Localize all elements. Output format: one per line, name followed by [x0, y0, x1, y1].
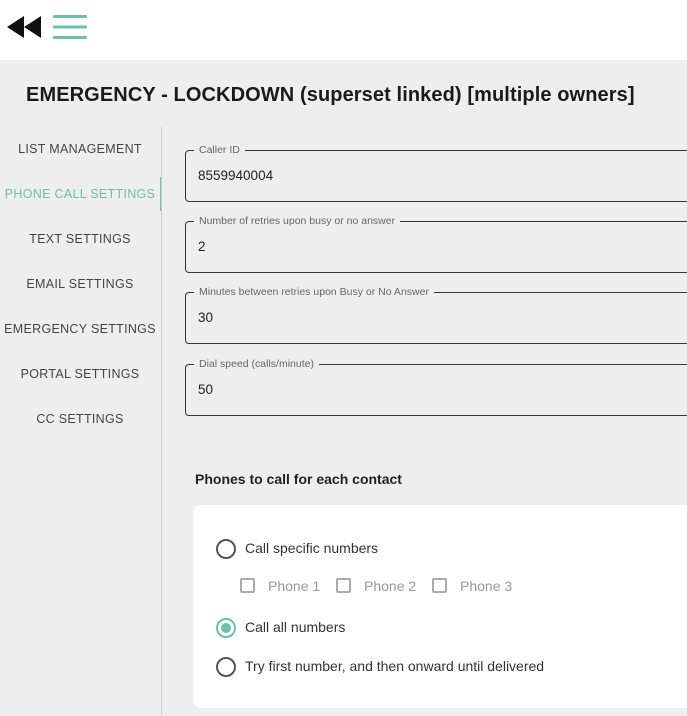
- rewind-icon[interactable]: [6, 14, 42, 40]
- try-first-number-label: Try first number, and then onward until …: [245, 658, 545, 674]
- phone-1-label: Phone 1: [268, 578, 321, 594]
- call-all-numbers-radio[interactable]: [216, 618, 236, 638]
- settings-sidebar: LIST MANAGEMENT PHONE CALL SETTINGS TEXT…: [0, 127, 162, 716]
- call-all-numbers-label: Call all numbers: [245, 619, 346, 635]
- call-specific-numbers-label: Call specific numbers: [245, 540, 379, 556]
- sidebar-item-text-settings[interactable]: TEXT SETTINGS: [0, 222, 160, 256]
- sidebar-item-emergency-settings[interactable]: EMERGENCY SETTINGS: [0, 312, 160, 346]
- top-bar: [0, 0, 687, 60]
- phone-3-checkbox[interactable]: [432, 578, 447, 593]
- phone-3-label: Phone 3: [460, 578, 513, 594]
- caller-id-label: Caller ID: [194, 143, 245, 157]
- phone-2-checkbox[interactable]: [336, 578, 351, 593]
- caller-id-input[interactable]: [198, 168, 678, 183]
- sidebar-item-list-management[interactable]: LIST MANAGEMENT: [0, 132, 160, 166]
- sidebar-divider: [161, 127, 162, 716]
- call-specific-numbers-radio[interactable]: [216, 539, 236, 559]
- retries-input[interactable]: [198, 239, 678, 254]
- hamburger-menu-icon[interactable]: [53, 14, 87, 40]
- phones-section-title: Phones to call for each contact: [195, 471, 402, 487]
- sidebar-item-phone-call-settings[interactable]: PHONE CALL SETTINGS: [0, 177, 162, 211]
- dial-speed-label: Dial speed (calls/minute): [194, 357, 319, 371]
- retries-label: Number of retries upon busy or no answer: [194, 214, 401, 228]
- sidebar-item-portal-settings[interactable]: PORTAL SETTINGS: [0, 357, 160, 391]
- dial-speed-input[interactable]: [198, 382, 678, 397]
- retry-minutes-field: Minutes between retries upon Busy or No …: [185, 285, 687, 344]
- caller-id-field: Caller ID: [185, 143, 687, 202]
- dial-speed-field: Dial speed (calls/minute): [185, 357, 687, 416]
- phone-2-label: Phone 2: [364, 578, 417, 594]
- sidebar-item-cc-settings[interactable]: CC SETTINGS: [0, 402, 160, 436]
- sidebar-item-email-settings[interactable]: EMAIL SETTINGS: [0, 267, 160, 301]
- page-title: EMERGENCY - LOCKDOWN (superset linked) […: [26, 84, 635, 106]
- try-first-number-radio[interactable]: [216, 657, 236, 677]
- phones-options-card: [193, 505, 687, 708]
- retry-minutes-input[interactable]: [198, 310, 678, 325]
- retry-minutes-label: Minutes between retries upon Busy or No …: [194, 285, 434, 299]
- retries-field: Number of retries upon busy or no answer: [185, 214, 687, 273]
- phone-1-checkbox[interactable]: [240, 578, 255, 593]
